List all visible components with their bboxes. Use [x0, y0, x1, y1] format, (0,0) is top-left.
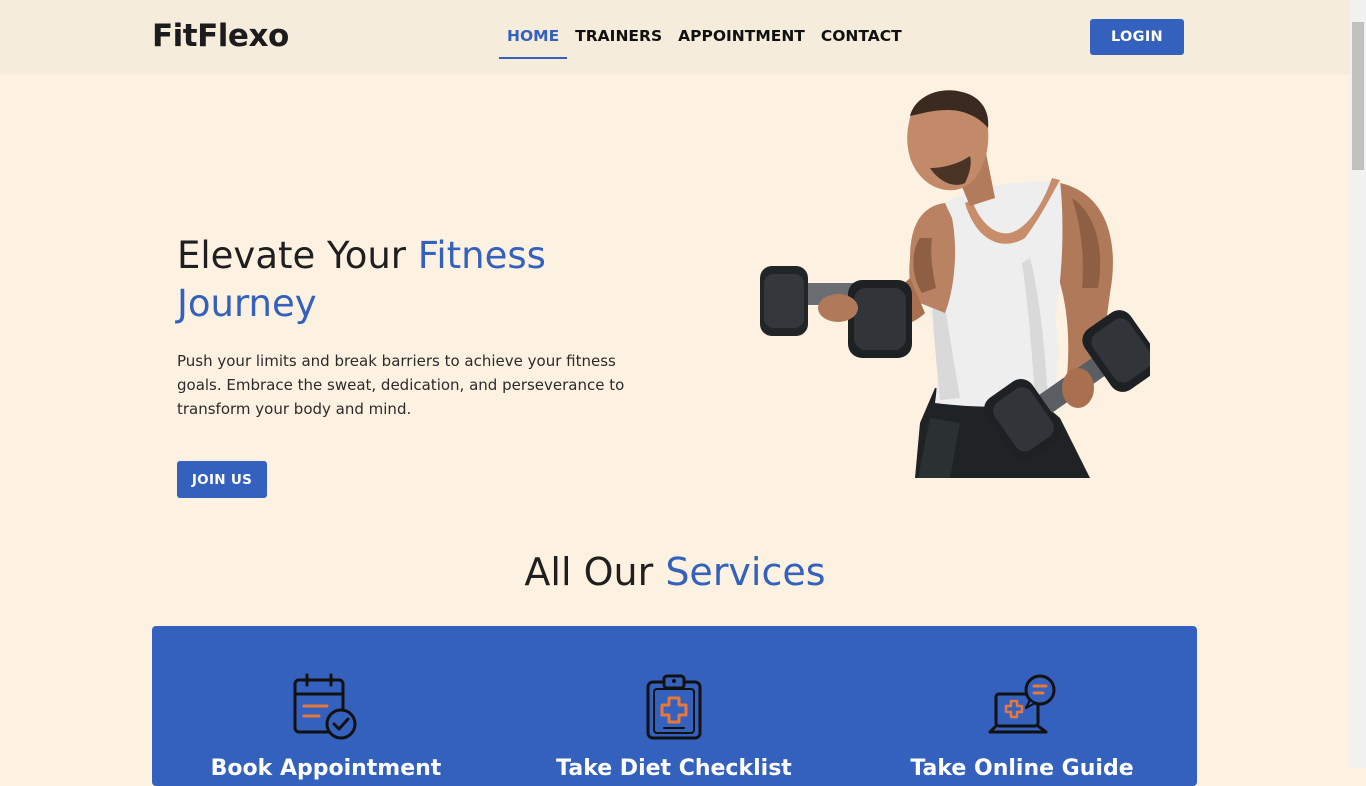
laptop-chat-icon	[988, 674, 1056, 734]
join-us-button[interactable]: JOIN US	[177, 461, 267, 498]
hero-title: Elevate Your Fitness Journey	[177, 232, 657, 328]
nav-home[interactable]: HOME	[499, 0, 568, 59]
service-card-book-appointment[interactable]: Book Appointment	[152, 626, 500, 786]
nav-contact[interactable]: CONTACT	[813, 0, 910, 57]
service-label-online-guide: Take Online Guide	[910, 756, 1134, 781]
service-label-book-appointment: Book Appointment	[210, 756, 442, 781]
hero-description: Push your limits and break barriers to a…	[177, 352, 625, 418]
athlete-dumbbell-photo	[760, 90, 1150, 478]
calendar-check-icon	[293, 673, 357, 740]
services-title-accent: Services	[665, 550, 826, 594]
login-button[interactable]: LOGIN	[1090, 19, 1184, 55]
services-title-plain: All Our	[524, 550, 666, 594]
services-title: All Our Services	[0, 546, 1350, 598]
brand-logo[interactable]: FitFlexo	[152, 18, 289, 54]
service-card-diet-checklist[interactable]: Take Diet Checklist	[500, 626, 848, 786]
top-navbar: FitFlexo HOME TRAINERS APPOINTMENT CONTA…	[0, 0, 1350, 74]
service-label-diet-checklist: Take Diet Checklist	[556, 756, 792, 781]
services-panel: Book Appointment Take Diet Checklist Tak…	[152, 626, 1197, 786]
nav-trainers[interactable]: TRAINERS	[567, 0, 670, 57]
nav-appointment[interactable]: APPOINTMENT	[670, 0, 813, 57]
main-nav: HOME TRAINERS APPOINTMENT CONTACT	[499, 0, 910, 74]
hero-title-plain: Elevate Your	[177, 234, 418, 277]
medical-clipboard-icon	[646, 674, 702, 740]
service-card-online-guide[interactable]: Take Online Guide	[848, 626, 1196, 786]
scrollbar-thumb[interactable]	[1352, 22, 1364, 170]
page-scrollbar[interactable]	[1350, 0, 1366, 768]
